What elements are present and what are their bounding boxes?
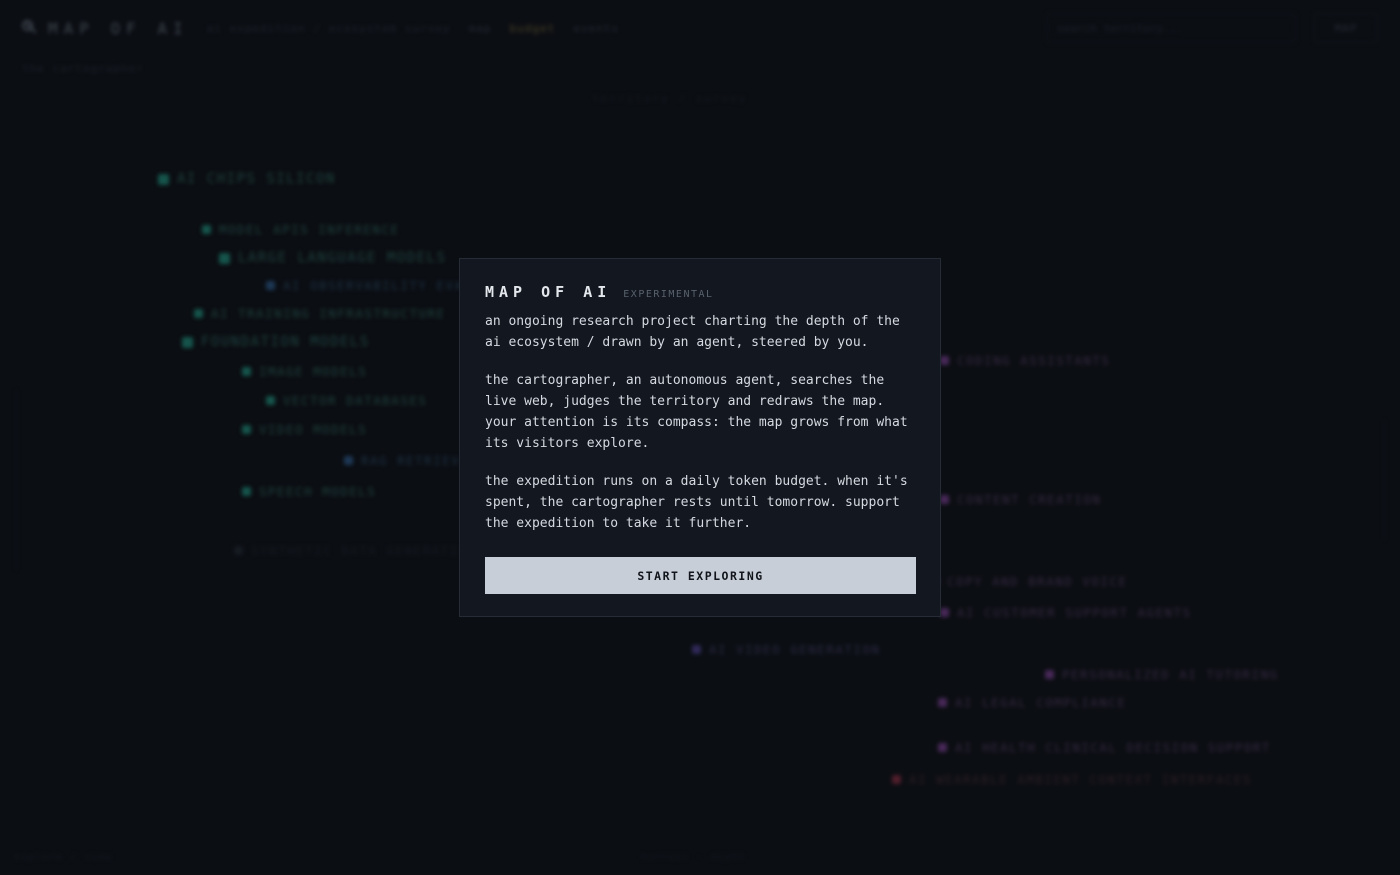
modal-header: MAP OF AI EXPERIMENTAL — [485, 283, 916, 301]
node-label: AI WEARABLE AMBIENT CONTEXT INTERFACES — [909, 772, 1252, 787]
center-label: territory / survey — [592, 92, 748, 105]
node-label: CONTENT CREATION — [957, 492, 1102, 507]
tagline: ai expedition / ecosystem survey — [206, 21, 451, 35]
node-marker-icon — [1045, 670, 1054, 679]
node-label: VIDEO MODELS — [259, 422, 368, 437]
modal-paragraph-cartographer: the cartographer, an autonomous agent, s… — [485, 372, 908, 452]
node-marker-icon — [242, 367, 251, 376]
node-marker-icon — [938, 698, 947, 707]
node-marker-icon — [182, 336, 193, 348]
experimental-badge: EXPERIMENTAL — [623, 289, 714, 300]
node-label: AI CUSTOMER SUPPORT AGENTS — [957, 605, 1192, 620]
map-node[interactable]: CONTENT CREATION — [940, 492, 1101, 507]
map-node[interactable]: VECTOR DATABASES — [266, 393, 427, 408]
node-marker-icon — [266, 396, 275, 405]
map-node[interactable]: SYNTHETIC DATA GENERATION — [234, 543, 477, 558]
map-node[interactable]: SPEECH MODELS — [242, 484, 376, 499]
logo-text: MAP OF AI — [48, 18, 189, 38]
node-label: PERSONALIZED AI TUTORING — [1062, 667, 1279, 682]
node-label: AI HEALTH CLINICAL DECISION SUPPORT — [955, 740, 1271, 755]
map-node[interactable]: IMAGE MODELS — [242, 364, 367, 379]
map-node[interactable]: LARGE LANGUAGE MODELS — [219, 250, 447, 266]
node-label: CODING ASSISTANTS — [957, 353, 1111, 368]
map-node[interactable]: VIDEO MODELS — [242, 422, 367, 437]
node-marker-icon — [242, 487, 251, 496]
sub-label: the cartographer — [22, 62, 144, 75]
node-marker-icon — [938, 743, 947, 752]
search-input[interactable]: search territory... — [1046, 13, 1296, 43]
footer-left: explore / view — [14, 852, 113, 863]
node-label: SYNTHETIC DATA GENERATION — [251, 543, 477, 558]
logo[interactable]: MAP OF AI — [22, 19, 189, 38]
node-label: LARGE LANGUAGE MODELS — [238, 250, 447, 266]
node-marker-icon — [158, 173, 169, 185]
map-node[interactable]: MODEL APIS INFERENCE — [202, 222, 400, 237]
node-label: AI CHIPS SILICON — [177, 171, 336, 187]
node-marker-icon — [194, 309, 203, 318]
node-label: AI VIDEO GENERATION — [709, 642, 881, 657]
node-marker-icon — [940, 356, 949, 365]
map-button[interactable]: MAP — [1314, 13, 1378, 43]
modal-paragraph-budget: the expedition runs on a daily token bud… — [485, 473, 908, 532]
node-marker-icon — [242, 425, 251, 434]
map-node[interactable]: AI WEARABLE AMBIENT CONTEXT INTERFACES — [892, 772, 1252, 787]
node-label: COPY AND BRAND VOICE — [947, 574, 1128, 589]
nav-map[interactable]: map — [469, 22, 492, 35]
node-label: MODEL APIS INFERENCE — [219, 222, 400, 237]
map-node[interactable]: AI LEGAL COMPLIANCE — [938, 695, 1127, 710]
node-marker-icon — [266, 281, 275, 290]
map-node[interactable]: FOUNDATION MODELS — [182, 334, 370, 350]
node-label: SPEECH MODELS — [259, 484, 377, 499]
node-marker-icon — [692, 645, 701, 654]
map-node[interactable]: CODING ASSISTANTS — [940, 353, 1110, 368]
intro-modal: MAP OF AI EXPERIMENTAL an ongoing resear… — [459, 258, 941, 617]
map-node[interactable]: AI VIDEO GENERATION — [692, 642, 881, 657]
compass-icon — [22, 20, 38, 36]
node-label: IMAGE MODELS — [259, 364, 368, 379]
map-node[interactable]: AI CUSTOMER SUPPORT AGENTS — [940, 605, 1192, 620]
map-node[interactable]: AI OBSERVABILITY EVALS — [266, 278, 482, 293]
map-node[interactable]: PERSONALIZED AI TUTORING — [1045, 667, 1279, 682]
nav-events[interactable]: events — [573, 22, 619, 35]
map-node[interactable]: AI HEALTH CLINICAL DECISION SUPPORT — [938, 740, 1271, 755]
map-node[interactable]: AI TRAINING INFRASTRUCTURE — [194, 306, 446, 321]
right-rail — [1384, 420, 1385, 540]
top-bar: MAP OF AI ai expedition / ecosystem surv… — [0, 0, 1400, 56]
node-label: FOUNDATION MODELS — [201, 334, 370, 350]
map-node[interactable]: AI CHIPS SILICON — [158, 171, 336, 187]
node-marker-icon — [234, 546, 243, 555]
node-label: AI TRAINING INFRASTRUCTURE — [211, 306, 446, 321]
node-marker-icon — [202, 225, 211, 234]
left-rail — [16, 390, 17, 570]
modal-paragraph-intro: an ongoing research project charting the… — [485, 314, 900, 351]
node-marker-icon — [940, 495, 949, 504]
nav-budget[interactable]: budget — [510, 22, 556, 35]
node-marker-icon — [219, 252, 230, 264]
map-node[interactable]: COPY AND BRAND VOICE — [930, 574, 1128, 589]
node-marker-icon — [344, 456, 353, 465]
node-label: AI LEGAL COMPLIANCE — [955, 695, 1127, 710]
start-exploring-button[interactable]: START EXPLORING — [485, 557, 916, 594]
node-marker-icon — [940, 608, 949, 617]
modal-title: MAP OF AI — [485, 283, 612, 301]
footer-center: terrain · depth — [640, 852, 746, 863]
node-marker-icon — [892, 775, 901, 784]
node-label: AI OBSERVABILITY EVALS — [283, 278, 482, 293]
app-root: MAP OF AI ai expedition / ecosystem surv… — [0, 0, 1400, 875]
node-label: VECTOR DATABASES — [283, 393, 428, 408]
